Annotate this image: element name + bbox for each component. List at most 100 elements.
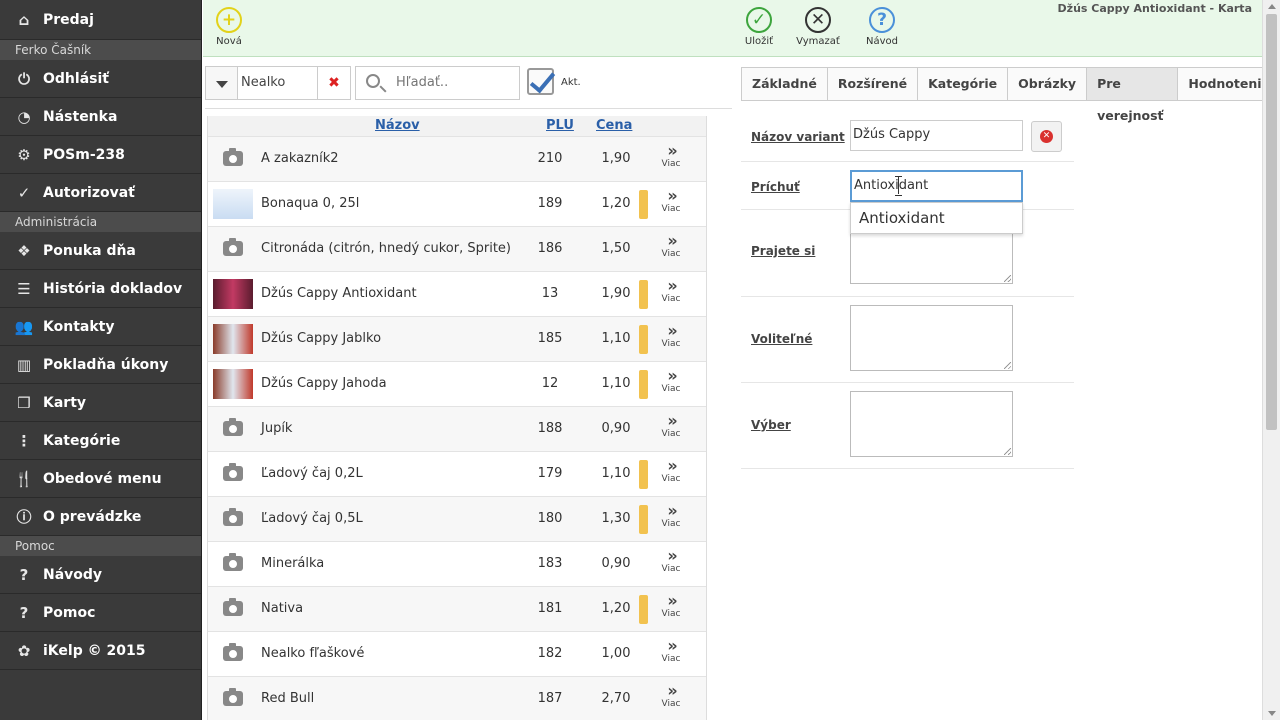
table-row[interactable]: Ľadový čaj 0,5L 180 1,30 » Viac — [208, 496, 706, 541]
row-plu: 179 — [537, 466, 563, 481]
sidebar-section-header: Administrácia — [0, 212, 201, 232]
more-label: Viac — [661, 699, 681, 709]
sidebar-item-label: O prevádzke — [43, 508, 142, 525]
delete-button[interactable]: ✕ Vymazať — [788, 7, 848, 47]
row-price: 1,10 — [601, 331, 631, 346]
help-button[interactable]: ? Návod — [852, 7, 912, 47]
plus-icon: + — [216, 7, 242, 33]
scroll-up-icon[interactable] — [1268, 4, 1276, 9]
more-button[interactable]: » Viac — [659, 412, 683, 439]
optional-textarea[interactable] — [850, 305, 1013, 371]
row-name: Džús Cappy Antioxidant — [261, 286, 417, 301]
double-chevron-icon: » — [667, 231, 677, 250]
column-price-header[interactable]: Cena — [596, 118, 632, 133]
question-icon: ? — [869, 7, 895, 33]
info-icon: ⓘ — [16, 508, 32, 526]
sidebar-item[interactable]: ◔ Nástenka — [0, 98, 201, 136]
table-row[interactable]: Bonaqua 0, 25l 189 1,20 » Viac — [208, 181, 706, 226]
scroll-down-icon[interactable] — [1268, 711, 1276, 716]
more-button[interactable]: » Viac — [659, 502, 683, 529]
sidebar-item[interactable]: ⚙ POSm-238 — [0, 136, 201, 174]
choice-textarea[interactable] — [850, 391, 1013, 457]
close-icon: ✕ — [805, 7, 831, 33]
sidebar-item[interactable]: ❒ Karty — [0, 384, 201, 422]
cubes-icon: ❒ — [17, 393, 31, 412]
row-price: 0,90 — [601, 556, 631, 571]
sidebar-item[interactable]: 🍴 Obedové menu — [0, 460, 201, 498]
new-button[interactable]: + Nová — [199, 7, 259, 47]
more-button[interactable]: » Viac — [659, 592, 683, 619]
more-button[interactable]: » Viac — [659, 682, 683, 709]
tab[interactable]: Kategórie — [917, 67, 1009, 101]
tab[interactable]: Obrázky — [1007, 67, 1088, 101]
tab[interactable]: Základné — [741, 67, 828, 101]
more-button[interactable]: » Viac — [659, 637, 683, 664]
sidebar-item[interactable]: ⓘ O prevádzke — [0, 498, 201, 536]
table-row[interactable]: A zakazník2 210 1,90 » Viac — [208, 136, 706, 181]
more-button[interactable]: » Viac — [659, 547, 683, 574]
table-row[interactable]: Citronáda (citrón, hnedý cukor, Sprite) 1… — [208, 226, 706, 271]
sidebar-item[interactable]: ? Pomoc — [0, 594, 201, 632]
more-button[interactable]: » Viac — [659, 187, 683, 214]
row-name: Nealko fľaškové — [261, 646, 365, 661]
table-row[interactable]: Nativa 181 1,20 » Viac — [208, 586, 706, 631]
tab[interactable]: Pre verejnosť — [1086, 67, 1179, 123]
scrollbar-thumb[interactable] — [1266, 14, 1277, 430]
table-row[interactable]: Džús Cappy Jahoda 12 1,10 » Viac — [208, 361, 706, 406]
clear-category-button[interactable]: ✖ — [318, 66, 351, 100]
row-price: 1,90 — [601, 286, 631, 301]
table-row[interactable]: Ľadový čaj 0,2L 179 1,10 » Viac — [208, 451, 706, 496]
sidebar-item[interactable]: ⏻ Odhlásiť — [0, 60, 201, 98]
remove-variant-button[interactable]: ✕ — [1031, 121, 1062, 152]
more-button[interactable]: » Viac — [659, 457, 683, 484]
column-plu-header[interactable]: PLU — [546, 118, 574, 133]
search-box[interactable] — [355, 66, 520, 100]
more-button[interactable]: » Viac — [659, 277, 683, 304]
sidebar-item[interactable]: ❖ Ponuka dňa — [0, 232, 201, 270]
camera-icon — [223, 598, 243, 616]
variant-input[interactable]: Džús Cappy — [850, 120, 1023, 151]
help-label: Návod — [866, 36, 898, 47]
more-button[interactable]: » Viac — [659, 142, 683, 169]
cutlery-icon: 🍴 — [14, 469, 34, 488]
more-label: Viac — [661, 564, 681, 574]
optional-label: Voliteľné — [751, 332, 813, 346]
row-plu: 183 — [537, 556, 563, 571]
users-icon: 👥 — [14, 317, 34, 336]
row-price: 0,90 — [601, 421, 631, 436]
category-field[interactable]: Nealko — [238, 66, 318, 100]
sidebar-item[interactable]: ▥ Pokladňa úkony — [0, 346, 201, 384]
active-checkbox[interactable] — [527, 68, 554, 95]
search-input[interactable] — [396, 75, 511, 90]
more-button[interactable]: » Viac — [659, 322, 683, 349]
page-title: Džús Cappy Antioxidant - Karta — [1057, 2, 1252, 15]
table-row[interactable]: Jupík 188 0,90 » Viac — [208, 406, 706, 451]
sidebar-item[interactable]: ✓ Autorizovať — [0, 174, 201, 212]
more-label: Viac — [661, 339, 681, 349]
more-button[interactable]: » Viac — [659, 367, 683, 394]
sidebar-item[interactable]: ⌂ Predaj — [0, 0, 201, 40]
category-dropdown-toggle[interactable] — [205, 66, 238, 100]
tab[interactable]: Rozšírené — [826, 67, 919, 101]
double-chevron-icon: » — [667, 501, 677, 520]
sidebar-item[interactable]: 👥 Kontakty — [0, 308, 201, 346]
sidebar-item[interactable]: ☰ História dokladov — [0, 270, 201, 308]
table-row[interactable]: Minerálka 183 0,90 » Viac — [208, 541, 706, 586]
table-row[interactable]: Red Bull 187 2,70 » Viac — [208, 676, 706, 720]
more-button[interactable]: » Viac — [659, 232, 683, 259]
autocomplete-suggestion[interactable]: Antioxidant — [850, 202, 1023, 234]
gear-icon: ⚙ — [17, 145, 31, 164]
sidebar-item[interactable]: ✿ iKelp © 2015 — [0, 632, 201, 670]
sidebar-item[interactable]: ? Návody — [0, 556, 201, 594]
table-row[interactable]: Džús Cappy Antioxidant 13 1,90 » Viac — [208, 271, 706, 316]
flavor-input[interactable]: Antioxidant — [850, 170, 1023, 202]
column-name-header[interactable]: Názov — [375, 118, 420, 133]
save-button[interactable]: ✓ Uložiť — [729, 7, 789, 47]
product-thumbnail — [213, 189, 253, 219]
table-row[interactable]: Džús Cappy Jablko 185 1,10 » Viac — [208, 316, 706, 361]
row-plu: 13 — [541, 286, 559, 301]
page-scrollbar[interactable] — [1262, 0, 1280, 720]
table-row[interactable]: Nealko fľaškové 182 1,00 » Viac — [208, 631, 706, 676]
divider — [205, 108, 732, 109]
sidebar-item[interactable]: ⋮ Kategórie — [0, 422, 201, 460]
